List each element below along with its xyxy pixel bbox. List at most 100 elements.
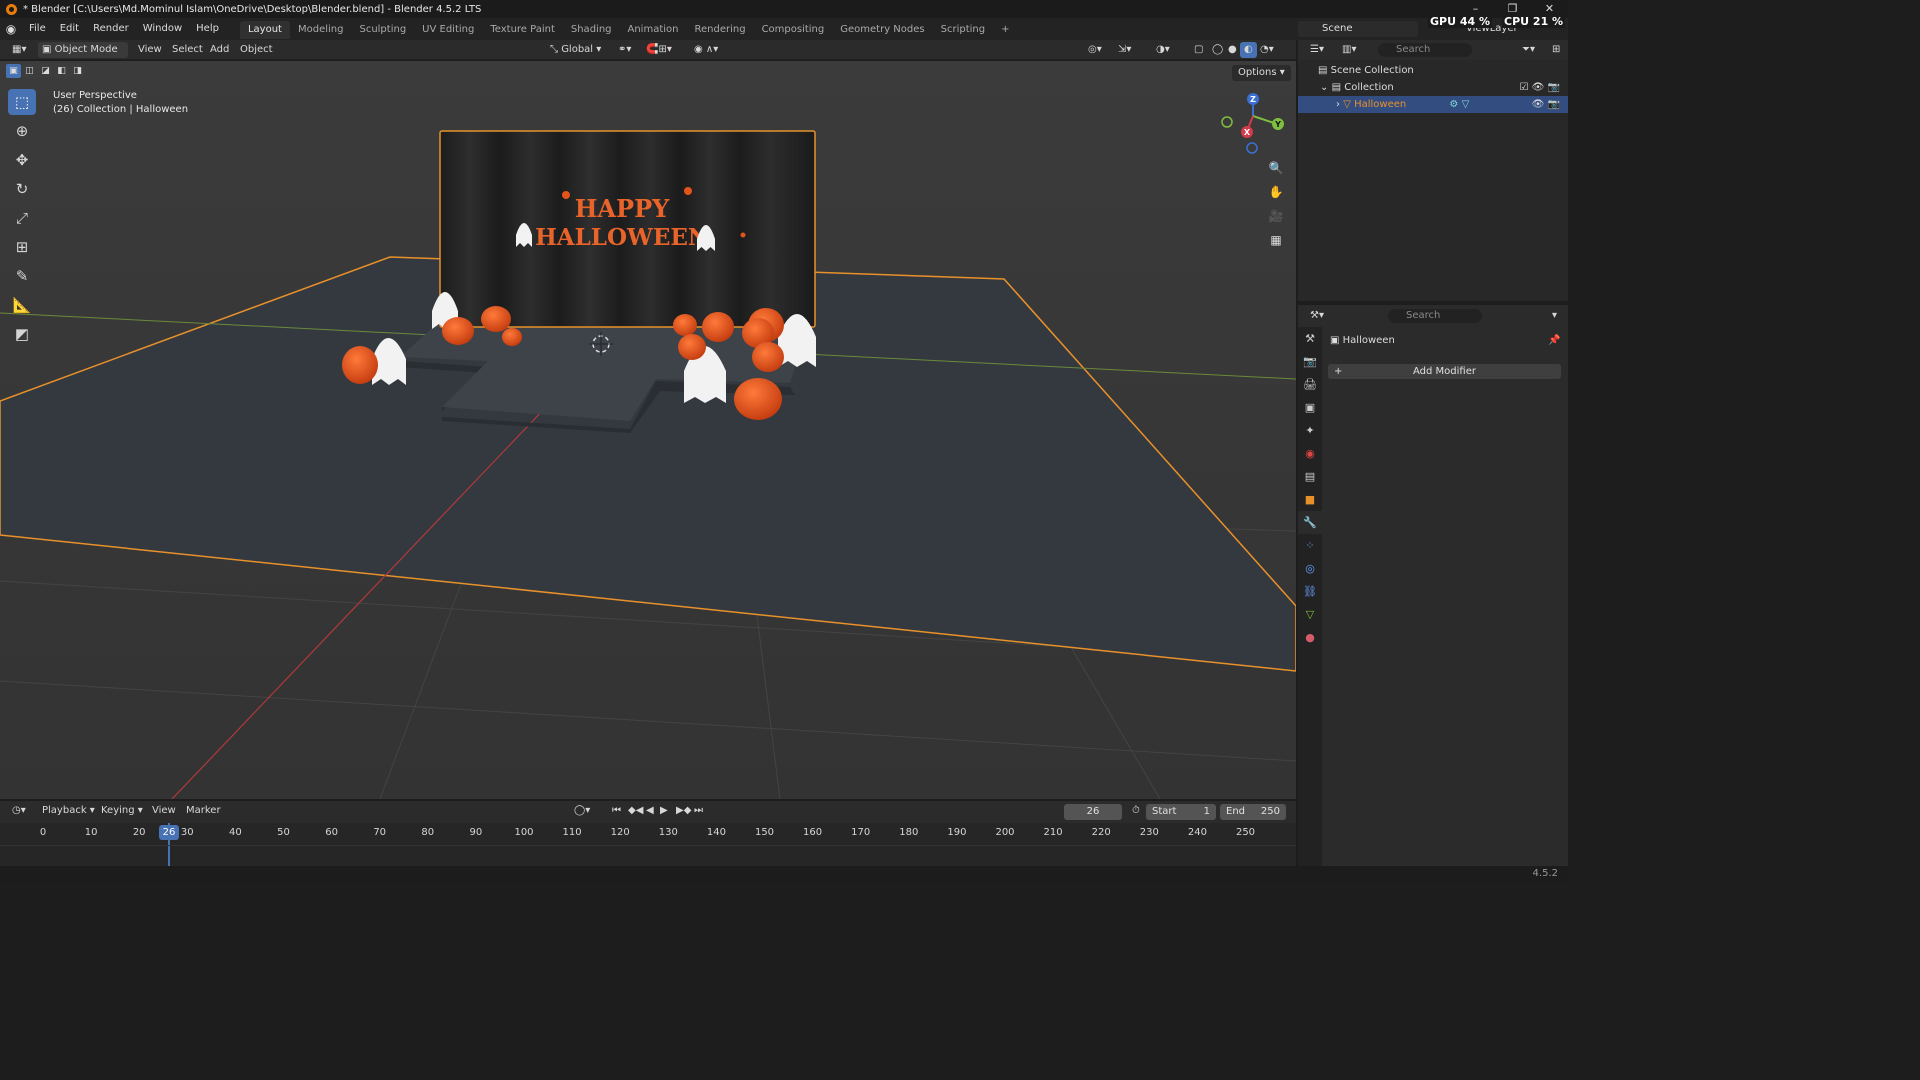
select-menu[interactable]: Select: [168, 42, 207, 58]
select-box-tool-icon[interactable]: ⬚: [8, 89, 36, 115]
timeline[interactable]: 0 10 20 30 40 50 60 70 80 90 100 110 120 130 140 150 160…: [0, 823, 1296, 866]
add-menu[interactable]: Add: [206, 42, 233, 58]
constraints-tab-icon[interactable]: ⛓: [1298, 580, 1322, 603]
timeline-view-menu[interactable]: View: [148, 803, 180, 819]
output-tab-icon[interactable]: 🖨: [1298, 373, 1322, 396]
tab-sculpting[interactable]: Sculpting: [351, 21, 414, 39]
tab-uv-editing[interactable]: UV Editing: [414, 21, 482, 39]
menu-edit[interactable]: Edit: [53, 18, 86, 40]
proportional-editing-icon[interactable]: ◉ ∧▾: [690, 42, 722, 58]
select-new-icon[interactable]: ▣: [6, 64, 21, 78]
rotate-tool-icon[interactable]: ↻: [8, 176, 36, 202]
shading-rendered-icon[interactable]: ◔▾: [1256, 42, 1278, 58]
select-subtract-icon[interactable]: ◪: [38, 64, 53, 78]
view-layer-tab-icon[interactable]: ▣: [1298, 396, 1322, 419]
physics-tab-icon[interactable]: ◎: [1298, 557, 1322, 580]
transform-tool-icon[interactable]: ⊞: [8, 234, 36, 260]
menu-file[interactable]: File: [22, 18, 53, 40]
marker-menu[interactable]: Marker: [182, 803, 225, 819]
jump-start-icon[interactable]: ⏮: [608, 803, 625, 819]
visibility-icon[interactable]: ◎▾: [1084, 42, 1106, 58]
scale-tool-icon[interactable]: ⤢: [8, 205, 36, 231]
ortho-grid-icon[interactable]: ▦: [1265, 229, 1287, 251]
shading-solid-icon[interactable]: ●: [1224, 42, 1241, 58]
data-tab-icon[interactable]: ▽: [1298, 603, 1322, 626]
transform-orientation-selector[interactable]: ⤡ Global ▾: [546, 42, 605, 58]
mode-selector[interactable]: ▣ Object Mode ▾: [38, 42, 128, 71]
snap-icon[interactable]: 🧲⊞▾: [642, 42, 676, 58]
shading-material-icon[interactable]: ◐: [1240, 42, 1257, 58]
material-tab-icon[interactable]: ●: [1298, 626, 1322, 649]
tab-layout[interactable]: Layout: [239, 21, 290, 39]
timeline-editor-icon[interactable]: ◷▾: [8, 803, 30, 819]
end-frame-field[interactable]: End 250: [1220, 804, 1286, 820]
zoom-icon[interactable]: 🔍: [1265, 157, 1287, 179]
measure-tool-icon[interactable]: 📐: [8, 292, 36, 318]
gizmo-toggle-icon[interactable]: ⇲▾: [1114, 42, 1135, 58]
scene-tab-icon[interactable]: ✦: [1298, 419, 1322, 442]
render-tab-icon[interactable]: 📷: [1298, 350, 1322, 373]
select-intersect-icon[interactable]: ◨: [70, 64, 85, 78]
preview-range-icon[interactable]: ⏱: [1128, 803, 1144, 819]
outliner-editor-icon[interactable]: ☰▾: [1306, 42, 1328, 58]
tab-animation[interactable]: Animation: [620, 21, 687, 39]
properties-search-input[interactable]: Search: [1388, 309, 1482, 323]
outliner-row-halloween[interactable]: › ▽ Halloween ⚙ ▽ 👁 📷: [1298, 96, 1568, 113]
tab-texture-paint[interactable]: Texture Paint: [482, 21, 563, 39]
eye-icon[interactable]: 👁: [1532, 99, 1545, 110]
scene-selector[interactable]: Scene: [1298, 21, 1418, 37]
object-tab-icon[interactable]: ■: [1298, 488, 1322, 511]
3d-viewport[interactable]: HAPPY HALLOWEEN Z Y X User Perspective (…: [0, 61, 1296, 799]
pivot-point-icon[interactable]: ⚭▾: [614, 42, 635, 58]
camera-view-icon[interactable]: 🎥: [1265, 205, 1287, 227]
eye-icon[interactable]: 👁: [1532, 82, 1545, 93]
add-workspace-button[interactable]: +: [993, 21, 1017, 39]
annotate-tool-icon[interactable]: ✎: [8, 263, 36, 289]
filter-icon[interactable]: ⏷▾: [1518, 42, 1539, 58]
outliner-row-scene-collection[interactable]: ▤ Scene Collection: [1298, 62, 1568, 79]
menu-help[interactable]: Help: [189, 18, 226, 40]
move-tool-icon[interactable]: ✥: [8, 147, 36, 173]
camera-icon[interactable]: 📷: [1548, 99, 1560, 110]
overlay-toggle-icon[interactable]: ◑▾: [1152, 42, 1174, 58]
select-difference-icon[interactable]: ◧: [54, 64, 69, 78]
blender-menu-icon[interactable]: ◉: [0, 22, 22, 36]
view-menu[interactable]: View: [134, 42, 166, 58]
collection-tab-icon[interactable]: ▤: [1298, 465, 1322, 488]
menu-render[interactable]: Render: [86, 18, 136, 40]
new-collection-icon[interactable]: ⊞: [1548, 42, 1564, 58]
playhead-frame-label[interactable]: 26: [159, 825, 179, 840]
playback-menu[interactable]: Playback ▾: [38, 803, 99, 819]
display-mode-icon[interactable]: ▥▾: [1338, 42, 1360, 58]
properties-editor-icon[interactable]: ⚒▾: [1306, 308, 1328, 324]
tab-shading[interactable]: Shading: [563, 21, 620, 39]
pin-icon[interactable]: 📌: [1548, 335, 1560, 346]
world-tab-icon[interactable]: ◉: [1298, 442, 1322, 465]
properties-options-icon[interactable]: ▾: [1548, 308, 1561, 324]
tab-modeling[interactable]: Modeling: [290, 21, 352, 39]
collection-checkbox-icon[interactable]: ☑: [1520, 82, 1529, 93]
cursor-tool-icon[interactable]: ⊕: [8, 118, 36, 144]
particles-tab-icon[interactable]: ⁘: [1298, 534, 1322, 557]
keying-menu[interactable]: Keying ▾: [97, 803, 147, 819]
options-button[interactable]: Options ▾: [1232, 65, 1291, 81]
outliner-search-input[interactable]: Search: [1378, 43, 1472, 57]
select-extend-icon[interactable]: ◫: [22, 64, 37, 78]
menu-window[interactable]: Window: [136, 18, 189, 40]
add-modifier-button[interactable]: + Add Modifier: [1328, 364, 1561, 379]
xray-toggle-icon[interactable]: ▢: [1190, 42, 1207, 58]
expand-arrow-icon[interactable]: ›: [1336, 99, 1340, 110]
tab-scripting[interactable]: Scripting: [933, 21, 993, 39]
object-menu[interactable]: Object: [236, 42, 277, 58]
modifier-tab-icon[interactable]: 🔧: [1298, 511, 1322, 534]
editor-type-icon[interactable]: ▦▾: [8, 42, 30, 58]
expand-arrow-icon[interactable]: ⌄: [1320, 82, 1328, 93]
start-frame-field[interactable]: Start 1: [1146, 804, 1216, 820]
camera-icon[interactable]: 📷: [1548, 82, 1560, 93]
tool-tab-icon[interactable]: ⚒: [1298, 327, 1322, 350]
pan-hand-icon[interactable]: ✋: [1265, 181, 1287, 203]
tab-compositing[interactable]: Compositing: [754, 21, 833, 39]
play-icon[interactable]: ▶: [656, 803, 672, 819]
current-frame-field[interactable]: 26: [1064, 804, 1122, 820]
auto-keying-icon[interactable]: ◯▾: [570, 803, 594, 819]
